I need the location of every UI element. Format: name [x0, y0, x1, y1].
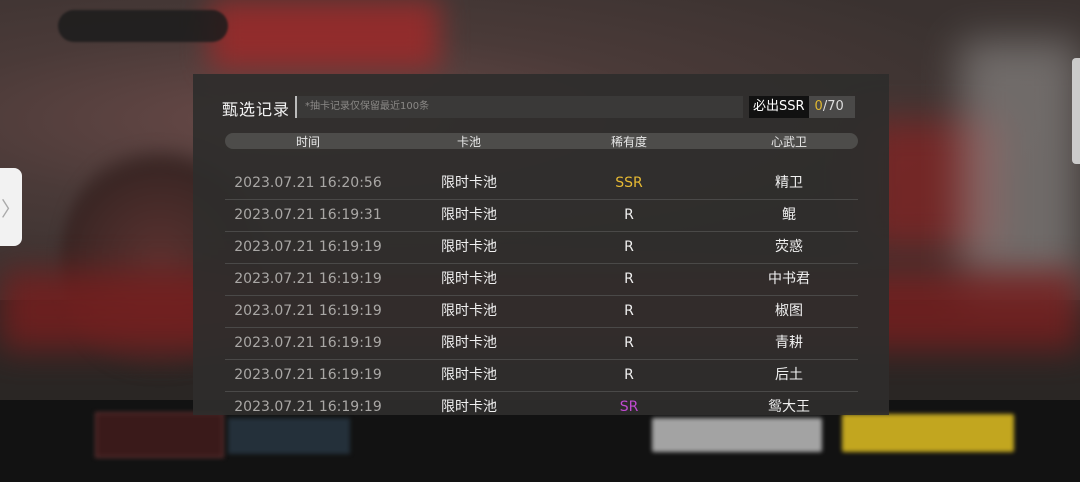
cell-rarity: R	[624, 335, 634, 351]
table-row: 2023.07.21 16:19:19 限时卡池 SR 鸳大王	[225, 392, 858, 415]
cell-pool: 限时卡池	[441, 207, 497, 223]
table-row: 2023.07.21 16:19:31 限时卡池 R 鲲	[225, 200, 858, 232]
table-row: 2023.07.21 16:19:19 限时卡池 R 荧惑	[225, 232, 858, 264]
cell-character: 荧惑	[775, 239, 803, 255]
cell-character: 鲲	[782, 207, 796, 223]
cell-character: 青耕	[775, 335, 803, 351]
record-list[interactable]: 2023.07.21 16:20:56 限时卡池 SSR 精卫 2023.07.21 1…	[225, 168, 858, 415]
table-row: 2023.07.21 16:19:19 限时卡池 R 椒图	[225, 296, 858, 328]
cell-pool: 限时卡池	[441, 239, 497, 255]
table-header: 时间 卡池 稀有度 心武卫	[225, 133, 858, 149]
cell-pool: 限时卡池	[441, 175, 497, 191]
cell-rarity: R	[624, 367, 634, 383]
cell-character: 鸳大王	[768, 399, 810, 415]
cell-pool: 限时卡池	[441, 367, 497, 383]
table-row: 2023.07.21 16:19:19 限时卡池 R 青耕	[225, 328, 858, 360]
cell-pool: 限时卡池	[441, 399, 497, 415]
cell-time: 2023.07.21 16:19:19	[234, 303, 382, 319]
table-row: 2023.07.21 16:19:19 限时卡池 R 后土	[225, 360, 858, 392]
cell-rarity: SSR	[615, 175, 643, 191]
ssr-guarantee-counter: 必出SSR 0/70	[749, 96, 855, 118]
cell-time: 2023.07.21 16:20:56	[234, 175, 382, 191]
gacha-record-panel: 甄选记录 *抽卡记录仅保留最近100条 必出SSR 0/70 时间 卡池 稀有度…	[193, 74, 889, 415]
table-row: 2023.07.21 16:20:56 限时卡池 SSR 精卫	[225, 168, 858, 200]
cell-time: 2023.07.21 16:19:19	[234, 367, 382, 383]
cell-pool: 限时卡池	[441, 303, 497, 319]
cell-time: 2023.07.21 16:19:19	[234, 399, 382, 415]
cell-rarity: R	[624, 239, 634, 255]
cell-rarity: R	[624, 207, 634, 223]
cell-time: 2023.07.21 16:19:19	[234, 239, 382, 255]
cell-character: 后土	[775, 367, 803, 383]
header-rarity: 稀有度	[610, 135, 648, 149]
right-edge-handle[interactable]	[1072, 58, 1080, 164]
cell-time: 2023.07.21 16:19:19	[234, 335, 382, 351]
table-row: 2023.07.21 16:19:19 限时卡池 R 中书君	[225, 264, 858, 296]
guarantee-total: /70	[822, 99, 844, 114]
cell-character: 精卫	[775, 175, 803, 191]
cell-time: 2023.07.21 16:19:31	[234, 207, 382, 223]
cell-character: 椒图	[775, 303, 803, 319]
cell-rarity: R	[624, 271, 634, 287]
cell-rarity: R	[624, 303, 634, 319]
cell-time: 2023.07.21 16:19:19	[234, 271, 382, 287]
guarantee-current: 0	[814, 99, 823, 114]
cell-pool: 限时卡池	[441, 271, 497, 287]
header-pool: 卡池	[456, 135, 482, 149]
cell-pool: 限时卡池	[441, 335, 497, 351]
cell-character: 中书君	[768, 271, 810, 287]
header-time: 时间	[295, 135, 321, 149]
panel-title: 甄选记录	[222, 100, 291, 119]
cell-rarity: SR	[619, 399, 639, 415]
side-drawer-tab[interactable]: 〉	[0, 168, 22, 246]
guarantee-label: 必出SSR	[749, 96, 809, 118]
chevron-right-icon: 〉	[1, 196, 21, 221]
guarantee-count: 0/70	[808, 96, 855, 118]
header-character: 心武卫	[770, 135, 808, 149]
record-limit-notice: *抽卡记录仅保留最近100条	[295, 96, 743, 118]
